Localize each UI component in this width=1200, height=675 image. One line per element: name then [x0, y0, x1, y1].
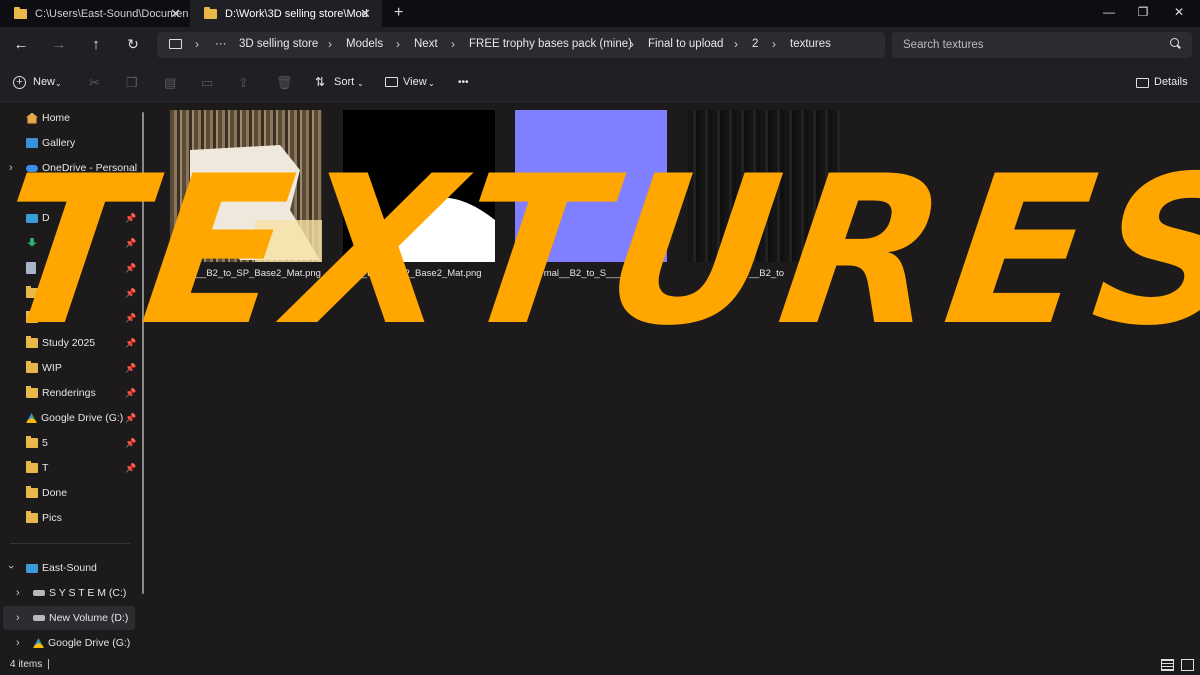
view-button[interactable]: View: [403, 76, 427, 88]
sidebar-item-label: S Y S T E M (C:): [49, 587, 127, 599]
sidebar-item-5[interactable]: 5 📌: [0, 431, 166, 455]
folder-icon: [26, 461, 38, 473]
chevron-right-icon: ›: [630, 37, 634, 51]
tab-textures[interactable]: D:\Work\3D selling store\Mod: [190, 0, 382, 27]
drive-icon: [33, 590, 45, 596]
folder-icon: [26, 436, 38, 448]
breadcrumb-item[interactable]: Models: [346, 38, 383, 50]
chevron-right-icon: ›: [451, 37, 455, 51]
computer-icon: [26, 563, 38, 573]
tab-documents[interactable]: C:\Users\East-Sound\Documen: [0, 0, 190, 27]
command-bar: [0, 64, 1200, 102]
up-arrow-icon[interactable]: ↑: [85, 36, 107, 53]
plus-circle-icon: +: [13, 76, 26, 89]
delete-icon[interactable]: 🗑: [276, 75, 293, 91]
rename-icon[interactable]: ▭: [201, 75, 213, 91]
sidebar-item-label: Pics: [42, 512, 62, 524]
back-arrow-icon[interactable]: ←: [10, 36, 32, 53]
search-placeholder: Search textures: [903, 39, 984, 51]
chevron-right-icon: ›: [734, 37, 738, 51]
new-button[interactable]: New: [33, 76, 55, 88]
more-options-button[interactable]: •••: [458, 77, 469, 88]
chevron-right-icon: ›: [772, 37, 776, 51]
breadcrumb-item-current[interactable]: textures: [790, 38, 831, 50]
paste-icon[interactable]: ▤: [164, 75, 176, 91]
share-icon[interactable]: ⇪: [238, 75, 249, 91]
large-icons-view-icon[interactable]: [1181, 659, 1194, 671]
breadcrumb-overflow[interactable]: ···: [215, 38, 227, 50]
item-count: 4 items: [10, 659, 43, 670]
folder-icon: [26, 486, 38, 498]
close-window-button[interactable]: ✕: [1160, 0, 1198, 27]
details-button[interactable]: Details: [1154, 76, 1188, 88]
tab-label: D:\Work\3D selling store\Mod: [225, 7, 368, 20]
folder-icon: [26, 386, 38, 398]
pin-icon: 📌: [125, 412, 137, 423]
cut-icon[interactable]: ✂: [89, 75, 100, 91]
folder-icon: [204, 6, 217, 19]
breadcrumb-item[interactable]: 2: [752, 38, 758, 50]
sidebar-item-renderings[interactable]: Renderings 📌: [0, 381, 166, 405]
sidebar-item-label: Google Drive (G:): [41, 412, 124, 424]
view-icon: [385, 77, 398, 87]
chevron-right-icon: ›: [396, 37, 400, 51]
breadcrumb-item[interactable]: Next: [414, 38, 438, 50]
sidebar-item-pics[interactable]: Pics: [0, 506, 166, 530]
sidebar-item-label: New Volume (D:): [49, 612, 129, 624]
sidebar-item-drive-d[interactable]: New Volume (D:): [0, 606, 173, 630]
folder-icon: [14, 6, 27, 19]
chevron-down-icon: ⌄: [357, 79, 364, 88]
status-bar: [0, 655, 1200, 675]
sidebar-item-label: T: [42, 462, 49, 474]
sidebar-item-label: 5: [42, 437, 48, 449]
drive-icon: [33, 615, 45, 621]
sort-icon: ⇅: [315, 75, 326, 89]
refresh-icon[interactable]: ↻: [122, 36, 144, 53]
close-tab-icon[interactable]: ✕: [170, 6, 181, 22]
google-drive-icon: [26, 413, 37, 423]
sidebar-item-home[interactable]: Home: [0, 106, 166, 130]
copy-icon[interactable]: ❐: [126, 75, 138, 91]
sidebar-item-label: Google Drive (G:): [48, 637, 131, 649]
breadcrumb-item[interactable]: Final to upload: [648, 38, 723, 50]
sidebar-item-this-pc[interactable]: East-Sound: [0, 556, 166, 580]
monitor-icon: [169, 39, 182, 49]
tab-label: C:\Users\East-Sound\Documen: [35, 7, 189, 20]
breadcrumb-item[interactable]: 3D selling store: [239, 38, 318, 50]
details-view-icon[interactable]: [1161, 659, 1174, 671]
close-tab-icon[interactable]: ✕: [360, 6, 371, 22]
pin-icon: 📌: [125, 437, 137, 448]
minimize-button[interactable]: —: [1090, 0, 1128, 27]
sidebar-item-label: Renderings: [42, 387, 96, 399]
google-drive-icon: [33, 638, 44, 648]
search-icon: [1170, 38, 1179, 47]
chevron-down-icon: ⌄: [55, 79, 62, 88]
sort-button[interactable]: Sort: [334, 76, 354, 88]
sidebar-item-drive-g[interactable]: Google Drive (G:): [0, 631, 173, 655]
sidebar-divider: [10, 543, 130, 544]
sidebar-item-label: East-Sound: [42, 562, 97, 574]
pin-icon: 📌: [125, 387, 137, 398]
pin-icon: 📌: [125, 462, 137, 473]
folder-icon: [26, 511, 38, 523]
home-icon: [26, 112, 38, 124]
details-pane-icon: [1136, 78, 1149, 88]
chevron-right-icon: ›: [195, 37, 199, 51]
restore-button[interactable]: ❐: [1124, 0, 1162, 27]
forward-arrow-icon[interactable]: →: [48, 36, 70, 53]
sidebar-item-done[interactable]: Done: [0, 481, 166, 505]
breadcrumb-item[interactable]: FREE trophy bases pack (mine): [469, 38, 632, 50]
sidebar-item-google-drive[interactable]: Google Drive (G:) 📌: [0, 406, 166, 430]
overlay-title: TEXTURES: [0, 133, 1200, 371]
sidebar-item-drive-c[interactable]: S Y S T E M (C:): [0, 581, 173, 605]
sidebar-item-t[interactable]: T 📌: [0, 456, 166, 480]
status-divider: |: [47, 658, 50, 670]
chevron-right-icon: ›: [328, 37, 332, 51]
chevron-down-icon: ⌄: [428, 79, 435, 88]
sidebar-item-label: Home: [42, 112, 71, 124]
new-tab-button[interactable]: +: [394, 4, 403, 22]
sidebar-item-label: Done: [42, 487, 68, 499]
